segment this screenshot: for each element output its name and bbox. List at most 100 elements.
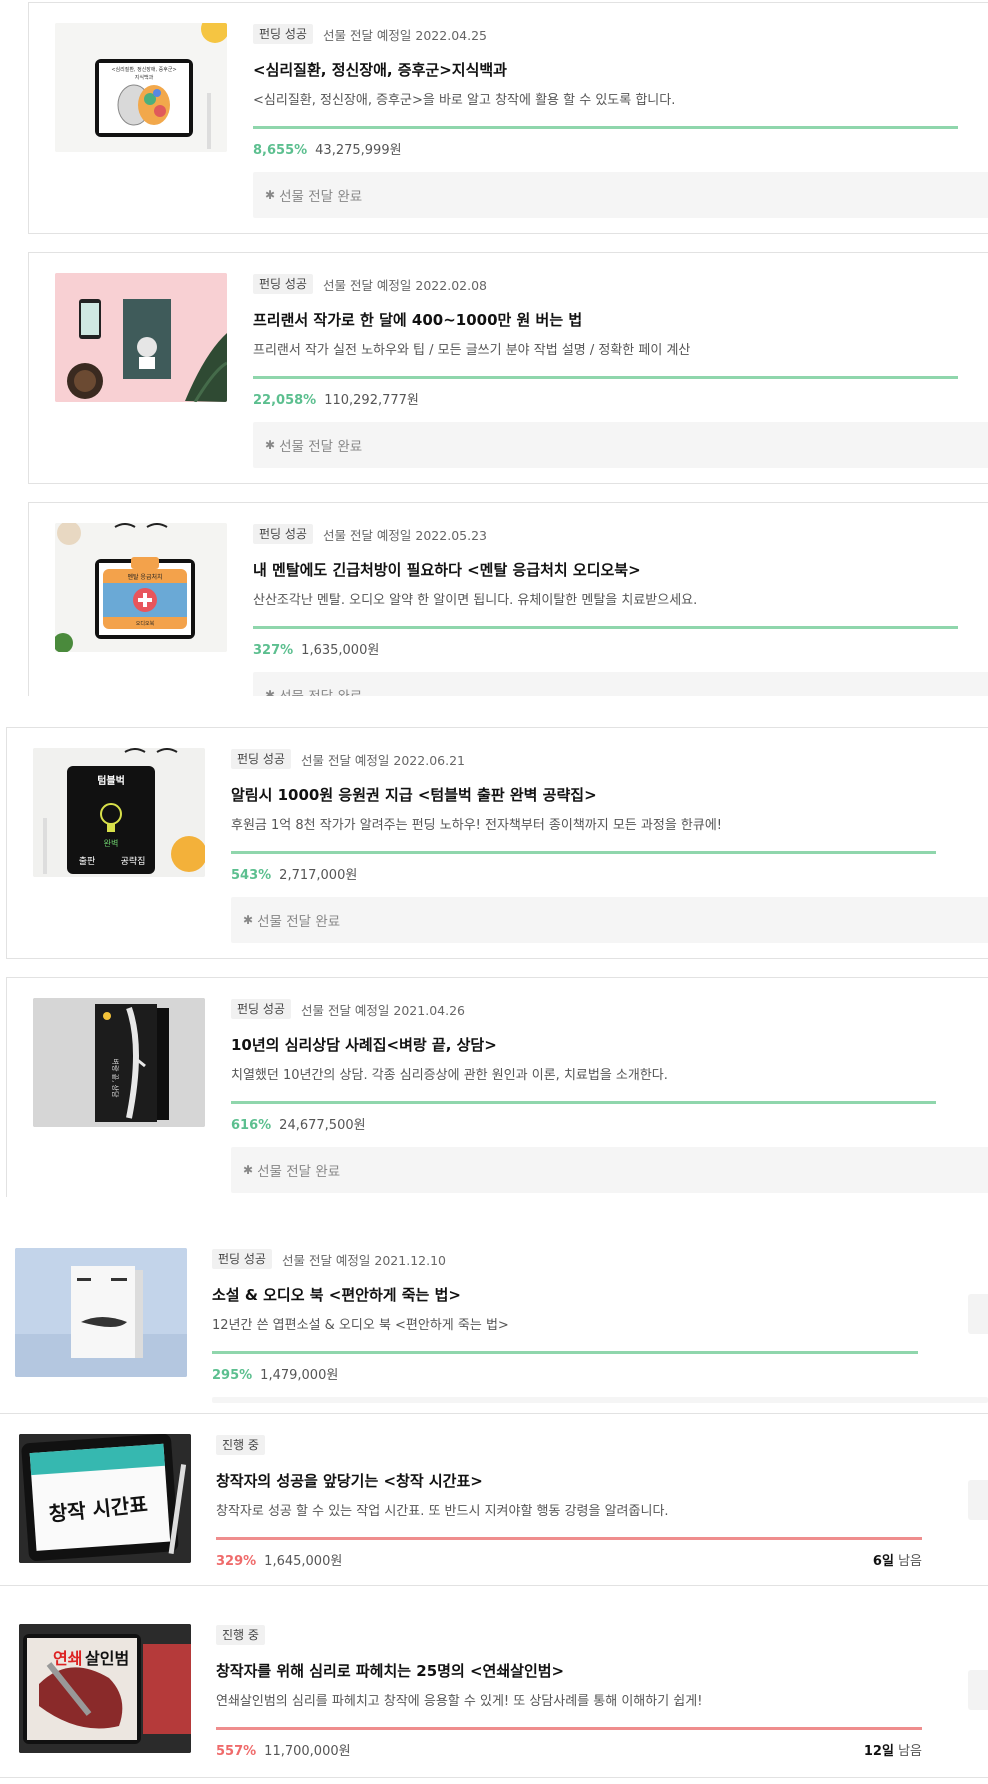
delivery-date: 선물 전달 예정일 2021.12.10 — [281, 1252, 446, 1268]
asterisk-icon: ✱ — [265, 688, 276, 696]
delivery-status-text: 선물 전달 완료 — [279, 685, 362, 696]
tumblbug-guide-image: 텀블벅 완벽 출판 공략집 — [33, 748, 205, 877]
thumb-text: 텀블벅 — [97, 774, 125, 787]
project-thumbnail[interactable] — [15, 1248, 187, 1377]
serial-killer-image: 연쇄 살인범 — [19, 1624, 191, 1753]
project-description: 연쇄살인범의 심리를 파헤치고 창작에 응용할 수 있게! 또 상담사례를 통해… — [216, 1694, 703, 1709]
asterisk-icon: ✱ — [265, 188, 276, 202]
project-title[interactable]: 내 멘탈에도 긴급처방이 필요하다 <멘탈 응급처치 오디오북> — [253, 559, 988, 580]
delivery-date: 선물 전달 예정일 2021.04.26 — [300, 1002, 465, 1018]
delivery-status: ✱ 선물 전달 완료 — [253, 172, 988, 218]
status-badge: 펀딩 성공 — [253, 524, 313, 544]
tablet-brain-image: <심리질환, 정신장애, 증후군> 지식백과 — [55, 23, 227, 152]
progress-bar — [212, 1351, 918, 1354]
delivery-status-text: 선물 전달 완료 — [257, 1164, 341, 1180]
novel-audiobook-image — [15, 1248, 187, 1377]
project-thumbnail[interactable]: 텀블벅 완벽 출판 공략집 — [33, 748, 205, 877]
funding-amount: 2,717,000원 — [279, 868, 358, 883]
funding-percent: 329% — [216, 1554, 257, 1569]
project-title[interactable]: 10년의 심리상담 사례집<벼랑 끝, 상담> — [231, 1034, 988, 1055]
status-badge: 펀딩 성공 — [212, 1249, 272, 1269]
project-title[interactable]: <심리질환, 정신장애, 증후군>지식백과 — [253, 59, 988, 80]
funding-amount: 1,645,000원 — [264, 1554, 343, 1569]
funding-percent: 22,058% — [253, 393, 317, 408]
progress-bar — [216, 1537, 922, 1540]
progress-bar — [253, 126, 958, 129]
project-card[interactable]: 멘탈 응급처치 오디오북 펀딩 성공 선물 전달 예정일 2022.05.23 … — [28, 502, 988, 696]
remaining-days-suffix: 남음 — [898, 1554, 922, 1569]
project-description: <심리질환, 정신장애, 증후군>을 바로 알고 창작에 활용 할 수 있도록 … — [253, 93, 676, 108]
funding-amount: 1,479,000원 — [260, 1368, 339, 1383]
funding-percent: 616% — [231, 1118, 272, 1133]
delivery-date: 선물 전달 예정일 2022.05.23 — [322, 527, 487, 543]
remaining-days-suffix: 남음 — [898, 1744, 922, 1759]
project-card[interactable]: 펀딩 성공 선물 전달 예정일 2021.12.10 소설 & 오디오 북 <편… — [0, 1228, 988, 1404]
funding-amount: 24,677,500원 — [279, 1118, 366, 1133]
project-description: 후원금 1억 8천 작가가 알려주는 펀딩 노하우! 전자책부터 종이책까지 모… — [231, 818, 723, 833]
remaining-days: 6일 남음 — [873, 1550, 922, 1569]
status-badge: 펀딩 성공 — [231, 749, 291, 769]
thumb-text: 완벽 — [104, 838, 119, 848]
project-card[interactable]: <심리질환, 정신장애, 증후군> 지식백과 펀딩 성공 선물 전달 예정일 2… — [28, 2, 988, 234]
project-title[interactable]: 알림시 1000원 응원권 지급 <텀블벅 출판 완벽 공략집> — [231, 784, 988, 805]
funding-amount: 11,700,000원 — [264, 1744, 351, 1759]
project-thumbnail[interactable]: 창작 시간표 — [19, 1434, 191, 1563]
project-meta: 펀딩 성공 선물 전달 예정일 2022.06.21 — [231, 748, 988, 770]
project-description: 12년간 쓴 엽편소설 & 오디오 북 <편안하게 죽는 법> — [212, 1318, 509, 1333]
project-thumbnail[interactable] — [55, 273, 227, 402]
project-thumbnail[interactable]: <심리질환, 정신장애, 증후군> 지식백과 — [55, 23, 227, 152]
remaining-days-value: 6일 — [872, 1554, 894, 1569]
project-thumbnail[interactable]: 벼랑 끝, 상담 — [33, 998, 205, 1127]
project-card[interactable]: 창작 시간표 진행 중 창작자의 성공을 앞당기는 <창작 시간표> 창작자로 … — [0, 1413, 988, 1586]
progress-bar — [253, 626, 958, 629]
funding-percent: 8,655% — [253, 143, 308, 158]
thumb-text: 출판 — [79, 856, 96, 867]
asterisk-icon: ✱ — [243, 913, 254, 927]
project-title[interactable]: 창작자의 성공을 앞당기는 <창작 시간표> — [216, 1470, 988, 1491]
delivery-status: ✱ 선물 전달 완료 — [253, 422, 988, 468]
delivery-date: 선물 전달 예정일 2022.02.08 — [322, 277, 487, 293]
side-action-button[interactable] — [968, 1480, 988, 1520]
project-meta: 펀딩 성공 선물 전달 예정일 2022.05.23 — [253, 523, 988, 545]
thumb-text: 살인범 — [85, 1649, 129, 1668]
side-action-button[interactable] — [968, 1294, 988, 1334]
project-title[interactable]: 창작자를 위해 심리로 파헤치는 25명의 <연쇄살인범> — [216, 1660, 988, 1681]
delivery-date: 선물 전달 예정일 2022.04.25 — [322, 27, 487, 43]
project-description: 산산조각난 멘탈. 오디오 알약 한 알이면 됩니다. 유체이탈한 멘탈을 치료… — [253, 593, 698, 608]
project-card[interactable]: 텀블벅 완벽 출판 공략집 펀딩 성공 선물 전달 예정일 2022.06.21… — [6, 727, 988, 959]
project-title[interactable]: 소설 & 오디오 북 <편안하게 죽는 법> — [212, 1284, 988, 1305]
mental-kit-image: 멘탈 응급처치 오디오북 — [55, 523, 227, 652]
delivery-date: 선물 전달 예정일 2022.06.21 — [300, 752, 465, 768]
delivery-status — [212, 1397, 988, 1403]
asterisk-icon: ✱ — [265, 438, 276, 452]
project-title[interactable]: 프리랜서 작가로 한 달에 400~1000만 원 버는 법 — [253, 309, 988, 330]
project-card[interactable]: 연쇄 살인범 진행 중 창작자를 위해 심리로 파헤치는 25명의 <연쇄살인범… — [0, 1604, 988, 1778]
funding-percent: 543% — [231, 868, 272, 883]
project-meta: 펀딩 성공 선물 전달 예정일 2022.04.25 — [253, 23, 988, 45]
funding-amount: 1,635,000원 — [301, 643, 380, 658]
project-meta: 펀딩 성공 선물 전달 예정일 2022.02.08 — [253, 273, 988, 295]
project-meta: 진행 중 — [216, 1434, 988, 1456]
freelancer-book-image — [55, 273, 227, 402]
progress-bar — [231, 1101, 936, 1104]
project-thumbnail[interactable]: 연쇄 살인범 — [19, 1624, 191, 1753]
thumb-text: 오디오북 — [136, 620, 155, 627]
creative-schedule-image: 창작 시간표 — [19, 1434, 191, 1563]
funding-amount: 43,275,999원 — [315, 143, 402, 158]
thumb-text: <심리질환, 정신장애, 증후군> — [111, 66, 176, 73]
funding-percent: 327% — [253, 643, 294, 658]
delivery-status: ✱ 선물 전달 완료 — [231, 897, 988, 943]
project-thumbnail[interactable]: 멘탈 응급처치 오디오북 — [55, 523, 227, 652]
funding-percent: 295% — [212, 1368, 253, 1383]
progress-bar — [216, 1727, 922, 1730]
delivery-status-text: 선물 전달 완료 — [257, 914, 341, 930]
progress-bar — [231, 851, 936, 854]
side-action-button[interactable] — [968, 1670, 988, 1710]
project-meta: 진행 중 — [216, 1624, 988, 1646]
project-card[interactable]: 펀딩 성공 선물 전달 예정일 2022.02.08 프리랜서 작가로 한 달에… — [28, 252, 988, 484]
status-badge: 진행 중 — [216, 1625, 265, 1645]
status-badge: 펀딩 성공 — [253, 24, 313, 44]
funding-amount: 110,292,777원 — [324, 393, 419, 408]
thumb-text: 연쇄 — [53, 1649, 82, 1668]
project-card[interactable]: 벼랑 끝, 상담 펀딩 성공 선물 전달 예정일 2021.04.26 10년의… — [6, 977, 988, 1197]
